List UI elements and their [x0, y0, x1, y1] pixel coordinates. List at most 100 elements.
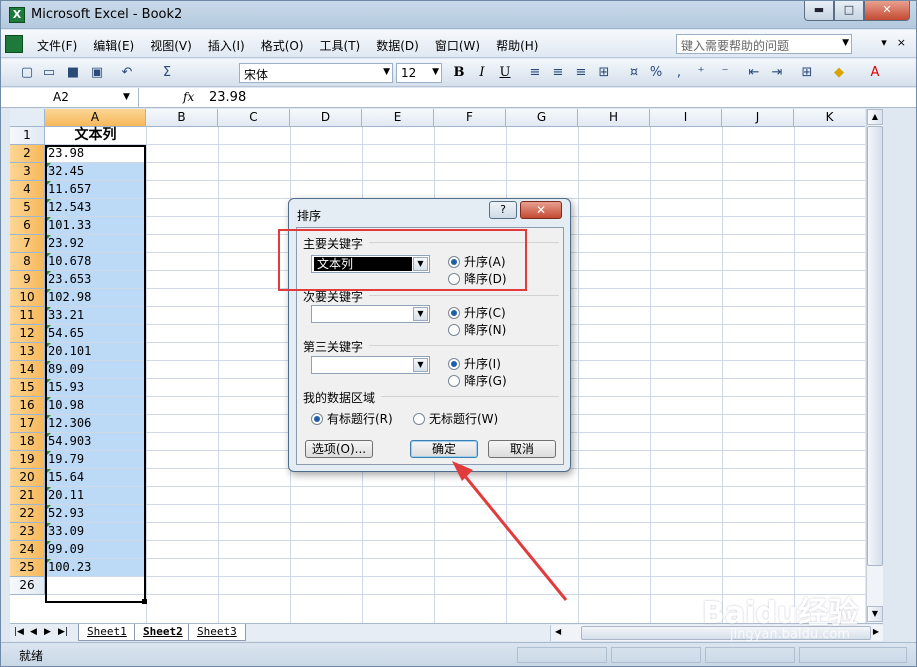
- row-header[interactable]: 8: [10, 253, 45, 271]
- autosum-icon[interactable]: Σ: [159, 65, 175, 81]
- align-right-icon[interactable]: ≡: [573, 65, 589, 81]
- row-header[interactable]: 14: [10, 361, 45, 379]
- font-name-select[interactable]: 宋体 ▼: [239, 63, 393, 83]
- menu-window[interactable]: 窗口(W): [435, 37, 480, 54]
- tab-sheet1[interactable]: Sheet1: [78, 624, 136, 641]
- row-header[interactable]: 25: [10, 559, 45, 577]
- font-color-icon[interactable]: A: [867, 65, 883, 81]
- cell-a6[interactable]: 101.33: [46, 217, 145, 234]
- column-header-d[interactable]: D: [290, 109, 362, 127]
- prev-sheet-icon[interactable]: ◀: [30, 627, 37, 637]
- select-all-corner[interactable]: [10, 109, 45, 127]
- vertical-scroll-thumb[interactable]: [867, 126, 883, 566]
- comma-button[interactable]: ,: [671, 65, 687, 81]
- row-header[interactable]: 22: [10, 505, 45, 523]
- cell-a7[interactable]: 23.92: [46, 235, 145, 252]
- row-header[interactable]: 16: [10, 397, 45, 415]
- cell-a12[interactable]: 54.65: [46, 325, 145, 342]
- print-icon[interactable]: ▣: [89, 65, 105, 81]
- menu-edit[interactable]: 编辑(E): [93, 37, 134, 54]
- column-header-i[interactable]: I: [650, 109, 722, 127]
- cell-a15[interactable]: 15.93: [46, 379, 145, 396]
- column-header-e[interactable]: E: [362, 109, 434, 127]
- has-header-radio[interactable]: 有标题行(R): [311, 410, 393, 427]
- workbook-icon[interactable]: [5, 35, 23, 53]
- column-header-f[interactable]: F: [434, 109, 506, 127]
- chevron-down-icon[interactable]: ▼: [413, 358, 428, 372]
- chevron-down-icon[interactable]: ▼: [842, 38, 849, 48]
- row-header[interactable]: 9: [10, 271, 45, 289]
- tertiary-asc-radio[interactable]: 升序(I): [448, 355, 501, 372]
- tab-sheet2[interactable]: Sheet2: [134, 624, 192, 641]
- font-size-select[interactable]: 12 ▼: [396, 63, 442, 83]
- menu-view[interactable]: 视图(V): [150, 37, 192, 54]
- cell-a18[interactable]: 54.903: [46, 433, 145, 450]
- undo-icon[interactable]: ↶: [119, 65, 135, 81]
- percent-button[interactable]: %: [648, 65, 664, 81]
- cell-a13[interactable]: 20.101: [46, 343, 145, 360]
- secondary-asc-radio[interactable]: 升序(C): [448, 304, 506, 321]
- decrease-decimal-icon[interactable]: ⁻: [717, 65, 733, 81]
- chevron-down-icon[interactable]: ▼: [123, 92, 130, 102]
- secondary-key-select[interactable]: ▼: [311, 305, 430, 323]
- help-search-input[interactable]: 键入需要帮助的问题 ▼: [676, 34, 852, 54]
- cell-a23[interactable]: 33.09: [46, 523, 145, 540]
- row-header[interactable]: 26: [10, 577, 45, 595]
- row-header[interactable]: 5: [10, 199, 45, 217]
- increase-decimal-icon[interactable]: ⁺: [693, 65, 709, 81]
- workbook-close-button[interactable]: ×: [897, 36, 906, 49]
- menu-data[interactable]: 数据(D): [376, 37, 419, 54]
- cell-a5[interactable]: 12.543: [46, 199, 145, 216]
- cell-a1[interactable]: 文本列: [46, 127, 145, 144]
- cell-a9[interactable]: 23.653: [46, 271, 145, 288]
- borders-icon[interactable]: ⊞: [799, 65, 815, 81]
- menu-help[interactable]: 帮助(H): [496, 37, 538, 54]
- dialog-close-button[interactable]: ✕: [520, 201, 562, 219]
- name-box[interactable]: A2: [9, 88, 139, 107]
- options-button[interactable]: 选项(O)...: [305, 440, 373, 458]
- close-button[interactable]: ✕: [864, 1, 910, 21]
- last-sheet-icon[interactable]: ▶|: [58, 627, 68, 637]
- row-header[interactable]: 21: [10, 487, 45, 505]
- cell-a25[interactable]: 100.23: [46, 559, 145, 576]
- chevron-down-icon[interactable]: ▼: [413, 307, 428, 321]
- cell-a4[interactable]: 11.657: [46, 181, 145, 198]
- row-header[interactable]: 19: [10, 451, 45, 469]
- row-header[interactable]: 10: [10, 289, 45, 307]
- row-header[interactable]: 2: [10, 145, 45, 163]
- cell-a11[interactable]: 33.21: [46, 307, 145, 324]
- tertiary-key-select[interactable]: ▼: [311, 356, 430, 374]
- cell-a14[interactable]: 89.09: [46, 361, 145, 378]
- align-center-icon[interactable]: ≡: [550, 65, 566, 81]
- secondary-desc-radio[interactable]: 降序(N): [448, 321, 506, 338]
- new-document-icon[interactable]: ▢: [19, 65, 35, 81]
- column-header-j[interactable]: J: [722, 109, 794, 127]
- cell-a3[interactable]: 32.45: [46, 163, 145, 180]
- scroll-right-icon[interactable]: ▶: [873, 627, 879, 636]
- menu-file[interactable]: 文件(F): [37, 37, 77, 54]
- column-header-k[interactable]: K: [794, 109, 865, 127]
- merge-center-icon[interactable]: ⊞: [596, 65, 612, 81]
- row-header[interactable]: 12: [10, 325, 45, 343]
- fill-handle[interactable]: [142, 599, 147, 604]
- row-header[interactable]: 23: [10, 523, 45, 541]
- next-sheet-icon[interactable]: ▶: [44, 627, 51, 637]
- cell-a8[interactable]: 10.678: [46, 253, 145, 270]
- menu-format[interactable]: 格式(O): [261, 37, 304, 54]
- scroll-down-icon[interactable]: ▼: [867, 606, 883, 622]
- cell-a2[interactable]: 23.98: [46, 145, 145, 162]
- cell-a19[interactable]: 19.79: [46, 451, 145, 468]
- open-folder-icon[interactable]: ▭: [41, 65, 57, 81]
- row-header[interactable]: 13: [10, 343, 45, 361]
- row-header[interactable]: 4: [10, 181, 45, 199]
- increase-indent-icon[interactable]: ⇥: [769, 65, 785, 81]
- maximize-button[interactable]: □: [834, 1, 864, 21]
- cell-a22[interactable]: 52.93: [46, 505, 145, 522]
- cancel-button[interactable]: 取消: [488, 440, 556, 458]
- underline-button[interactable]: U: [497, 65, 513, 81]
- fill-color-icon[interactable]: ◆: [831, 65, 847, 81]
- dialog-help-button[interactable]: ?: [489, 201, 517, 219]
- cell-a24[interactable]: 99.09: [46, 541, 145, 558]
- workbook-restore-button[interactable]: ▾: [881, 36, 887, 49]
- minimize-button[interactable]: ▬: [804, 1, 834, 21]
